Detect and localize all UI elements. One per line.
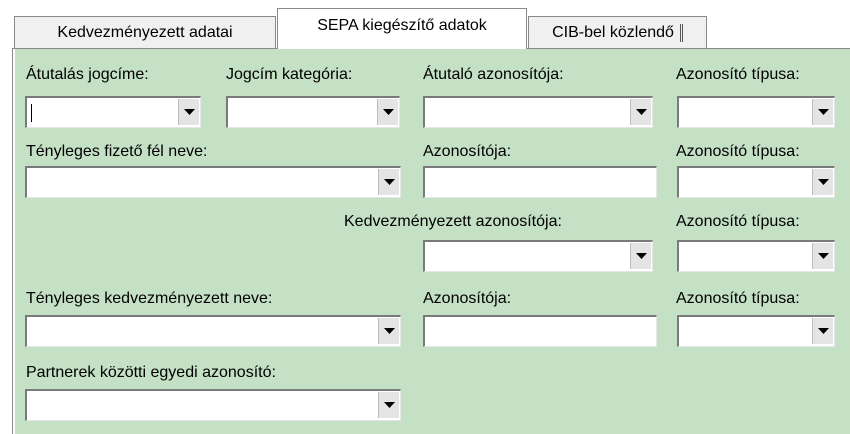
tenyleges-kedvezmenyezett-neve-label: Tényleges kedvezményezett neve: (26, 290, 273, 307)
kedvezmenyezett-azonosito-input[interactable] (423, 315, 657, 347)
dropdown-button[interactable] (812, 318, 833, 344)
kedvezmenyezett-azonosito-text-label: Azonosítója: (423, 290, 512, 307)
chevron-down-icon (383, 179, 395, 185)
azonosito-tipusa-combo-3[interactable] (677, 240, 835, 272)
chevron-down-icon (817, 328, 829, 334)
tab-sepa-kiegeszito-adatok[interactable]: SEPA kiegészítő adatok (277, 8, 527, 49)
fizeto-azonositoja-input[interactable] (423, 166, 657, 198)
panel-highlight (13, 49, 15, 434)
chevron-down-icon (635, 109, 647, 115)
dropdown-button[interactable] (630, 99, 651, 125)
dropdown-button[interactable] (812, 243, 833, 269)
tab-label: CIB-bel közlendő (552, 24, 683, 42)
chevron-down-icon (183, 109, 195, 115)
dropdown-button[interactable] (812, 99, 833, 125)
text-caret (31, 104, 32, 122)
dropdown-button[interactable] (378, 318, 399, 344)
fizeto-azonositoja-label: Azonosítója: (423, 143, 512, 160)
kedvezmenyezett-azonositoja-label: Kedvezményezett azonosítója: (344, 213, 562, 230)
chevron-down-icon (383, 328, 395, 334)
tab-label: SEPA kiegészítő adatok (317, 17, 487, 34)
dropdown-button[interactable] (178, 99, 199, 125)
atutalo-azonositoja-combo[interactable] (423, 96, 653, 128)
dropdown-button[interactable] (378, 169, 399, 195)
tab-kedvezmenyezett-adatai[interactable]: Kedvezményezett adatai (14, 16, 276, 49)
azonosito-tipusa-combo-2[interactable] (677, 166, 835, 198)
partnerek-egyedi-azonosito-label: Partnerek közötti egyedi azonosító: (26, 364, 276, 381)
azonosito-tipusa-combo-1[interactable] (677, 96, 835, 128)
tenyleges-kedvezmenyezett-neve-combo[interactable] (25, 315, 401, 347)
azonosito-tipusa-label-2: Azonosító típusa: (676, 143, 800, 160)
azonosito-tipusa-label-1: Azonosító típusa: (676, 66, 800, 83)
atutalas-jogcime-combo[interactable] (25, 96, 201, 128)
jogcim-kategoria-combo[interactable] (226, 96, 400, 128)
jogcim-kategoria-label: Jogcím kategória: (226, 66, 353, 83)
tab-bar: Kedvezményezett adatai SEPA kiegészítő a… (0, 0, 850, 49)
tenyleges-fizeto-fel-neve-combo[interactable] (25, 166, 401, 198)
partnerek-egyedi-azonosito-combo[interactable] (25, 389, 401, 421)
dropdown-button[interactable] (630, 243, 651, 269)
tenyleges-fizeto-fel-neve-label: Tényleges fizető fél neve: (26, 143, 208, 160)
atutalo-azonositoja-label: Átutaló azonosítója: (423, 66, 564, 83)
atutalas-jogcime-label: Átutalás jogcíme: (26, 66, 149, 83)
kedvezmenyezett-azonositoja-combo[interactable] (423, 240, 653, 272)
chevron-down-icon (382, 109, 394, 115)
dropdown-button[interactable] (378, 392, 399, 418)
azonosito-tipusa-label-4: Azonosító típusa: (676, 290, 800, 307)
azonosito-tipusa-combo-4[interactable] (677, 315, 835, 347)
chevron-down-icon (817, 179, 829, 185)
dropdown-button[interactable] (377, 99, 398, 125)
chevron-down-icon (817, 253, 829, 259)
azonosito-tipusa-label-3: Azonosító típusa: (676, 213, 800, 230)
chevron-down-icon (383, 402, 395, 408)
tab-label: Kedvezményezett adatai (57, 24, 233, 41)
tab-cib-bel-kozlendo[interactable]: CIB-bel közlendő (528, 16, 707, 49)
dropdown-button[interactable] (812, 169, 833, 195)
chevron-down-icon (817, 109, 829, 115)
chevron-down-icon (635, 253, 647, 259)
